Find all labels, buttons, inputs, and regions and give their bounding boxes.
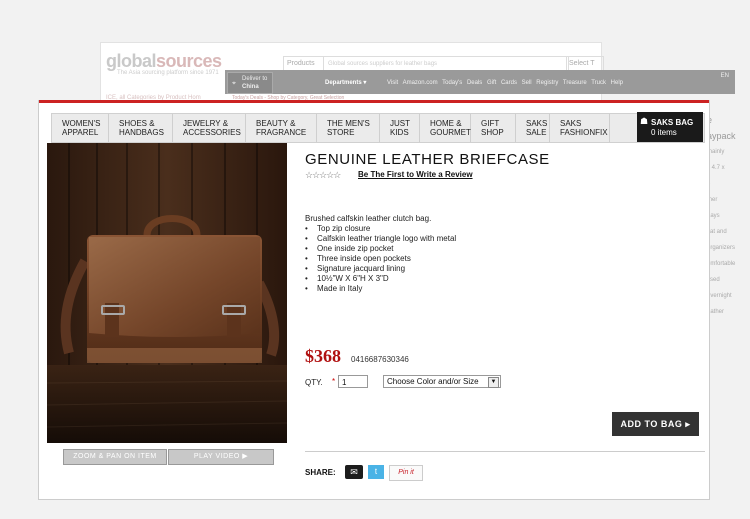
rating-stars-icon[interactable]: ☆☆☆☆☆ (305, 170, 341, 181)
nav-item-shop[interactable]: GIFT SHOP (471, 114, 516, 142)
feature-list: Top zip closureCalfskin leather triangle… (305, 224, 456, 294)
nav-item-apparel[interactable]: WOMEN'S APPAREL (52, 114, 109, 142)
saks-bag-button[interactable]: ☗ SAKS BAG 0 items (637, 112, 703, 142)
main-nav: WOMEN'S APPAREL SHOES & HANDBAGS JEWELRY & AC… (51, 113, 705, 143)
play-video-button[interactable]: PLAY VIDEO ▶ (168, 449, 274, 465)
side-snippet: x 4.7 x (707, 165, 725, 171)
feature-item: Top zip closure (305, 224, 456, 234)
nav-label-line1: BEAUTY & (256, 119, 296, 128)
side-snippet: omfortable (707, 261, 736, 267)
nav-label-line1: JEWELRY & (183, 119, 229, 128)
nav-label-line1: SAKS (560, 119, 582, 128)
zoom-pan-button[interactable]: ZOOM & PAN ON ITEM (63, 449, 167, 465)
shopping-bag-icon: ☗ (640, 116, 649, 126)
nav-item-accessories[interactable]: JEWELRY & ACCESSORIES (173, 114, 246, 142)
play-circle-icon: ▶ (242, 453, 249, 460)
side-snippet: eather (707, 309, 725, 315)
global-sources-logo[interactable]: globalsources (106, 51, 222, 72)
product-description: Brushed calfskin leather clutch bag. (305, 214, 432, 223)
nav-item-store[interactable]: THE MEN'S STORE (317, 114, 380, 142)
amazon-nav-links[interactable]: Visit Amazon.com Today's Deals Gift Card… (387, 80, 623, 86)
nav-item-gourmet[interactable]: HOME & GOURMET (420, 114, 471, 142)
deliver-to-button[interactable]: ⌖ Deliver to China (227, 72, 273, 94)
nav-label-line1: JUST (390, 119, 410, 128)
side-snippet: aypack (707, 131, 736, 141)
nav-label-line1: WOMEN'S (62, 119, 101, 128)
nav-label-line2: KIDS (390, 128, 409, 137)
feature-item: Three inside open pockets (305, 254, 456, 264)
add-to-bag-button[interactable]: ADD TO BAG ▸ (612, 412, 699, 436)
twitter-share-icon[interactable]: t (368, 465, 384, 479)
write-review-link[interactable]: Be The First to Write a Review (358, 170, 473, 179)
side-snippet: days (707, 213, 720, 219)
feature-item: Calfskin leather triangle logo with meta… (305, 234, 456, 244)
feature-item: Made in Italy (305, 284, 456, 294)
product-price: $368 (305, 346, 341, 366)
nav-item-sale[interactable]: SAKS SALE (516, 114, 550, 142)
amazon-nav-bar: ⌖ Deliver to China Departments ▾ Visit A… (225, 70, 735, 94)
divider (305, 451, 705, 452)
global-sources-tagline: The Asia sourcing platform since 1971 (117, 70, 219, 76)
saks-product-window: WOMEN'S APPAREL SHOES & HANDBAGS JEWELRY & AC… (38, 100, 710, 500)
play-video-label: PLAY VIDEO (193, 453, 240, 460)
nav-label-line1: SAKS (526, 119, 548, 128)
pinterest-button[interactable]: Pin it (389, 465, 423, 481)
bag-count: 0 items (651, 128, 677, 137)
nav-label-line2: ACCESSORIES (183, 128, 241, 137)
nav-label-line2: FRAGRANCE (256, 128, 307, 137)
nav-item-fashionfix[interactable]: SAKS FASHIONFIX (550, 114, 610, 142)
side-snippet: e (707, 115, 747, 125)
arrow-right-icon: ▸ (685, 419, 691, 429)
briefcase-image (47, 143, 287, 443)
side-snippet: sat and (707, 229, 727, 235)
side-snippet: mainly (707, 149, 725, 155)
side-snippet: organizers (707, 245, 736, 251)
chevron-down-icon[interactable]: ▼ (488, 377, 499, 388)
nav-label-line2: GOURMET (430, 128, 471, 137)
background-side-text: e aypack mainly x 4.7 x e mer days sat and organ… (707, 115, 747, 323)
nav-label-line1: SHOES & (119, 119, 155, 128)
email-share-icon[interactable]: ✉ (345, 465, 363, 479)
share-label: SHARE: (305, 468, 336, 477)
color-size-select[interactable]: Choose Color and/or Size ▼ (383, 375, 501, 388)
nav-label-line2: APPAREL (62, 128, 99, 137)
nav-label-line1: THE MEN'S (327, 119, 370, 128)
required-marker: * (332, 377, 336, 386)
add-to-bag-label: ADD TO BAG (620, 419, 683, 429)
location-pin-icon: ⌖ (232, 80, 236, 87)
quantity-input[interactable]: 1 (338, 375, 368, 388)
side-snippet: overnight (707, 293, 732, 299)
feature-item: Signature jacquard lining (305, 264, 456, 274)
nav-label-line2: STORE (327, 128, 355, 137)
nav-label-line1: HOME & (430, 119, 462, 128)
language-selector[interactable]: EN (721, 73, 729, 79)
departments-menu[interactable]: Departments ▾ (325, 79, 366, 86)
top-accent-line (39, 100, 709, 103)
product-photo[interactable] (47, 143, 287, 443)
nav-item-handbags[interactable]: SHOES & HANDBAGS (109, 114, 173, 142)
product-title: GENUINE LEATHER BRIEFCASE (305, 151, 550, 168)
nav-label-line2: HANDBAGS (119, 128, 164, 137)
color-size-select-value: Choose Color and/or Size (387, 377, 479, 386)
side-snippet: e (707, 179, 747, 189)
feature-item: One inside zip pocket (305, 244, 456, 254)
nav-label-line2: FASHIONFIX (560, 128, 608, 137)
bag-title: SAKS BAG (651, 118, 694, 127)
product-sku: 0416687630346 (351, 355, 409, 364)
nav-item-kids[interactable]: JUST KIDS (380, 114, 420, 142)
deliver-to-label: Deliver to (242, 76, 268, 82)
nav-label-line2: SALE (526, 128, 547, 137)
feature-item: 10½"W X 6"H X 3"D (305, 274, 456, 284)
nav-item-fragrance[interactable]: BEAUTY & FRAGRANCE (246, 114, 317, 142)
qty-label: QTY. (305, 378, 323, 387)
side-snippet: ssed (707, 277, 720, 283)
side-snippet: mer (707, 197, 718, 203)
nav-label-line2: SHOP (481, 128, 504, 137)
deliver-country: China (242, 84, 259, 90)
nav-label-line1: GIFT (481, 119, 500, 128)
